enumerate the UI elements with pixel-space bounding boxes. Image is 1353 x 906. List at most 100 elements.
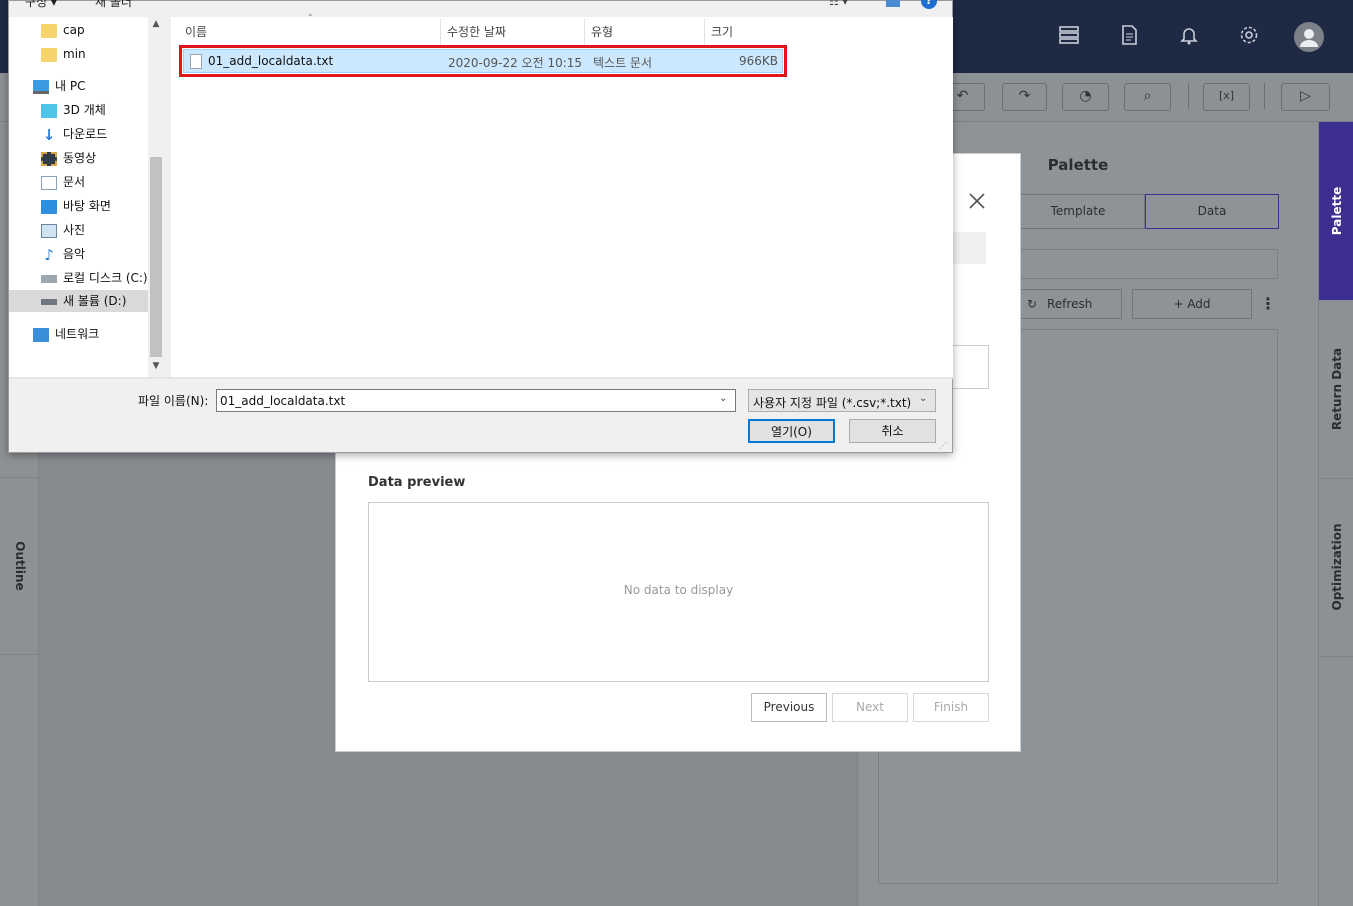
nav-item-network[interactable]: 네트워크: [33, 323, 99, 345]
nav-item-label: 바탕 화면: [63, 199, 111, 213]
wizard-step-indicator: [951, 232, 986, 264]
nav-item-my-pc[interactable]: 내 PC: [33, 75, 85, 97]
nav-item-pictures[interactable]: 사진: [41, 219, 85, 241]
nav-item-label: 로컬 디스크 (C:): [63, 271, 148, 285]
nav-item-label: 네트워크: [55, 327, 100, 341]
nav-item-videos[interactable]: 동영상: [41, 147, 96, 169]
divider: [9, 377, 953, 379]
filename-input[interactable]: 01_add_localdata.txt ⌄: [216, 389, 736, 412]
nav-item-label: 새 볼륨 (D:): [63, 294, 127, 308]
history-icon[interactable]: ◔: [1062, 83, 1109, 111]
bell-icon[interactable]: [1177, 24, 1201, 48]
close-icon[interactable]: [966, 190, 988, 212]
film-icon: [41, 151, 57, 166]
scroll-up-icon[interactable]: ▲: [148, 19, 164, 33]
scroll-thumb[interactable]: [150, 157, 162, 357]
nav-item-label: 내 PC: [55, 79, 86, 93]
nav-item-cap[interactable]: cap: [41, 19, 85, 41]
nav-item-local-disk-c[interactable]: 로컬 디스크 (C:): [41, 267, 148, 289]
music-icon: ♪: [44, 245, 54, 264]
navigation-pane: cap min 내 PC 3D 개체 ↓ 다운로드 동영상 문서 바탕 화면 사진…: [9, 17, 164, 377]
search-document-icon[interactable]: ⌕: [1124, 83, 1171, 111]
gear-icon[interactable]: [1237, 24, 1261, 48]
file-type-value: 사용자 지정 파일 (*.csv;*.txt): [753, 396, 912, 410]
nav-item-volume-d[interactable]: 새 볼륨 (D:): [9, 290, 148, 312]
organize-button[interactable]: 구성 ▾: [25, 0, 57, 10]
previous-button[interactable]: Previous: [751, 693, 827, 722]
nav-item-3d-objects[interactable]: 3D 개체: [41, 99, 106, 121]
scroll-down-icon[interactable]: ▼: [148, 361, 164, 375]
file-size: 966KB: [738, 54, 778, 68]
file-open-dialog: 구성 ▾ 새 폴더 ☷ ▾ ? cap min 내 PC 3D 개체 ↓ 다운로드…: [8, 0, 953, 453]
server-icon[interactable]: [1057, 24, 1081, 48]
folder-icon: [41, 47, 57, 62]
nav-item-label: 사진: [63, 223, 86, 237]
nav-item-documents[interactable]: 문서: [41, 171, 85, 193]
filename-value: 01_add_localdata.txt: [220, 394, 346, 408]
computer-icon: [33, 79, 49, 94]
empty-state-text: No data to display: [623, 583, 734, 597]
nav-item-label: 문서: [63, 175, 86, 189]
column-header-date[interactable]: 수정한 날짜: [441, 19, 585, 45]
more-icon[interactable]: ⋮: [1260, 292, 1276, 316]
preview-pane-icon[interactable]: [886, 0, 900, 7]
nav-scrollbar[interactable]: ▲ ▼: [148, 17, 164, 377]
file-type-select[interactable]: 사용자 지정 파일 (*.csv;*.txt) ⌄: [748, 389, 936, 412]
cancel-button[interactable]: 취소: [849, 419, 936, 443]
document-icon: [41, 175, 57, 190]
nav-item-desktop[interactable]: 바탕 화면: [41, 195, 111, 217]
text-file-icon: [190, 54, 202, 69]
tab-template[interactable]: Template: [1011, 194, 1145, 229]
finish-button[interactable]: Finish: [913, 693, 989, 722]
desktop-icon: [41, 199, 57, 214]
tab-optimization-label: Optimization: [1329, 523, 1344, 611]
nav-item-music[interactable]: ♪ 음악: [41, 243, 85, 265]
refresh-icon: ↻: [1027, 297, 1038, 311]
tab-return-data[interactable]: Return Data: [1319, 300, 1353, 479]
resize-grip-icon[interactable]: ⋰: [939, 441, 947, 450]
folder-icon: [41, 23, 57, 38]
redo-icon[interactable]: ↷: [1002, 83, 1047, 111]
cube-icon: [41, 103, 57, 118]
new-folder-button[interactable]: 새 폴더: [95, 0, 132, 10]
tab-return-data-label: Return Data: [1329, 347, 1344, 431]
drive-icon: [41, 298, 57, 305]
nav-item-label: 동영상: [63, 151, 97, 165]
nav-item-label: cap: [63, 23, 85, 37]
nav-item-label: 3D 개체: [63, 103, 106, 117]
data-preview-title: Data preview: [368, 475, 466, 490]
tab-data[interactable]: Data: [1145, 194, 1279, 229]
file-type: 텍스트 문서: [593, 56, 653, 70]
column-header-name[interactable]: 이름: [179, 19, 441, 45]
picture-icon: [41, 223, 57, 238]
nav-item-downloads[interactable]: ↓ 다운로드: [41, 123, 107, 145]
nav-item-label: 음악: [63, 247, 86, 261]
tab-outline[interactable]: Outline: [0, 477, 39, 655]
nav-item-min[interactable]: min: [41, 43, 86, 65]
open-button[interactable]: 열기(O): [748, 419, 835, 443]
data-preview-grid: No data to display: [368, 502, 989, 682]
chevron-down-icon[interactable]: ⌄: [719, 393, 727, 404]
file-name: 01_add_localdata.txt: [208, 54, 334, 68]
tab-palette[interactable]: Palette: [1319, 122, 1353, 300]
user-icon[interactable]: [1294, 22, 1324, 52]
tab-optimization[interactable]: Optimization: [1319, 478, 1353, 657]
play-icon[interactable]: ▷: [1281, 83, 1330, 111]
refresh-label: Refresh: [1047, 297, 1093, 311]
toolbar-divider: [1264, 83, 1266, 109]
next-button[interactable]: Next: [832, 693, 908, 722]
tab-palette-label: Palette: [1329, 186, 1344, 236]
add-button[interactable]: + Add: [1132, 289, 1252, 319]
nav-item-label: min: [63, 47, 86, 61]
filename-label: 파일 이름(N):: [138, 394, 209, 408]
help-icon[interactable]: ?: [921, 0, 937, 9]
file-list: ˄ 이름 수정한 날짜 유형 크기 01_add_localdata.txt 2…: [171, 14, 953, 377]
column-header-type[interactable]: 유형: [585, 19, 705, 45]
variable-icon[interactable]: [x]: [1203, 83, 1250, 111]
view-options-icon[interactable]: ☷ ▾: [829, 0, 859, 8]
column-header-size[interactable]: 크기: [705, 19, 785, 45]
download-icon: ↓: [42, 125, 56, 144]
file-row[interactable]: 01_add_localdata.txt 2020-09-22 오전 10:15…: [183, 49, 783, 73]
document-icon[interactable]: [1117, 24, 1141, 48]
chevron-down-icon[interactable]: ⌄: [919, 393, 927, 404]
